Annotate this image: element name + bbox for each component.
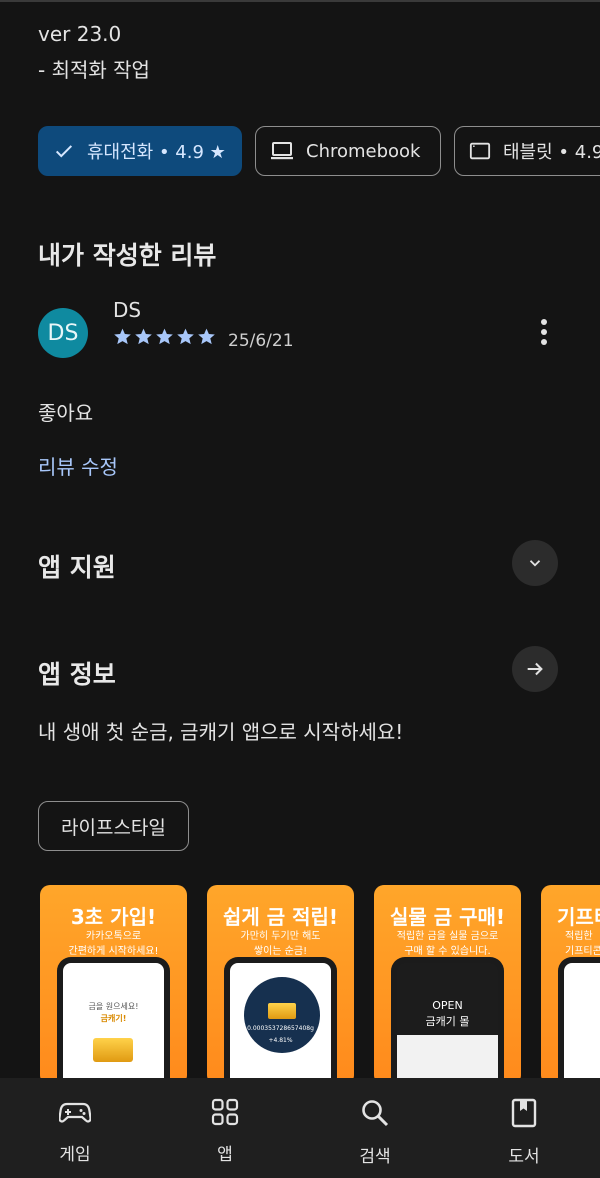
screenshot-subtitle-line: 적립한 xyxy=(565,931,593,942)
category-chip[interactable]: 라이프스타일 xyxy=(38,801,189,851)
screen-text: OPEN xyxy=(432,999,463,1012)
nav-apps[interactable]: 앱 xyxy=(170,1078,280,1178)
star-icon xyxy=(198,328,215,345)
screen-text: 금을 원으세요! xyxy=(88,1002,139,1011)
laptop-icon xyxy=(271,142,293,160)
gold-bar-image xyxy=(268,1003,296,1019)
star-icon xyxy=(114,328,131,345)
screenshot-carousel[interactable]: 3초 가입! 카카오톡으로 간편하게 시작하세요! 금을 원으세요! 금캐기! … xyxy=(40,885,600,1078)
app-info-heading: 앱 정보 xyxy=(38,660,116,689)
more-dot-icon xyxy=(541,319,547,325)
device-filter-row: 휴대전화 • 4.9 ★ Chromebook 태블릿 • 4.9 xyxy=(38,126,600,176)
nav-apps-label: 앱 xyxy=(217,1145,233,1165)
star-icon xyxy=(156,328,173,345)
screen-text: +4.81% xyxy=(268,1037,293,1044)
phone-screen: 0.000353728657408g +4.81% xyxy=(230,963,331,1078)
screenshot-title: 3초 가입! xyxy=(70,905,157,929)
chip-chromebook-label: Chromebook xyxy=(306,140,421,162)
star-rating xyxy=(113,327,216,346)
book-icon xyxy=(511,1098,537,1128)
screenshot-subtitle-line: 적립한 금을 실물 금으로 xyxy=(396,931,499,942)
nav-search[interactable]: 검색 xyxy=(320,1078,430,1178)
app-description: 내 생애 첫 순금, 금캐기 앱으로 시작하세요! xyxy=(38,720,404,744)
gamepad-icon xyxy=(59,1102,91,1123)
screenshot-4[interactable]: 기프티 적립한 기프티콘 xyxy=(541,885,600,1078)
screenshot-title: 기프티 xyxy=(557,905,600,929)
product-list-area xyxy=(397,1035,498,1078)
phone-mockup: 0.000353728657408g +4.81% xyxy=(224,957,337,1078)
phone-screen xyxy=(564,963,600,1078)
chip-phone-label: 휴대전화 • 4.9 ★ xyxy=(87,142,226,163)
chip-tablet-label: 태블릿 • 4.9 xyxy=(503,142,600,163)
chip-chromebook[interactable]: Chromebook xyxy=(255,126,441,176)
chevron-down-icon xyxy=(529,560,541,567)
search-icon xyxy=(362,1100,389,1127)
screenshot-title: 쉽게 금 적립! xyxy=(222,905,339,929)
tablet-icon xyxy=(469,142,491,160)
more-options-button[interactable] xyxy=(528,314,560,350)
screenshot-subtitle-line: 카카오톡으로 xyxy=(85,931,142,942)
screenshot-subtitle: 가만히 두기만 해도 쌓이는 순금! xyxy=(207,929,354,959)
nav-games[interactable]: 게임 xyxy=(20,1078,130,1178)
screenshot-subtitle: 적립한 기프티콘 xyxy=(541,929,600,959)
nav-books-label: 도서 xyxy=(508,1147,540,1167)
screen-text: 금캐기 몰 xyxy=(425,1015,470,1028)
phone-screen: OPEN 금캐기 몰 xyxy=(397,963,498,1078)
nav-games-label: 게임 xyxy=(59,1145,91,1165)
chip-phone[interactable]: 휴대전화 • 4.9 ★ xyxy=(38,126,242,176)
top-divider xyxy=(0,0,600,2)
edit-review-link[interactable]: 리뷰 수정 xyxy=(38,451,118,480)
star-icon xyxy=(177,328,194,345)
screenshot-3[interactable]: 실물 금 구매! 적립한 금을 실물 금으로 구매 할 수 있습니다. OPEN… xyxy=(374,885,521,1078)
phone-mockup xyxy=(558,957,600,1078)
star-icon xyxy=(135,328,152,345)
bottom-navigation: 게임 앱 검색 도서 xyxy=(0,1078,600,1178)
arrow-right-icon xyxy=(527,662,543,676)
nav-search-label: 검색 xyxy=(359,1147,391,1167)
check-icon xyxy=(55,145,73,158)
gold-bars-image xyxy=(93,1038,133,1062)
apps-grid-icon xyxy=(211,1098,239,1126)
screenshot-2[interactable]: 쉽게 금 적립! 가만히 두기만 해도 쌓이는 순금! 0.0003537286… xyxy=(207,885,354,1078)
screenshot-1[interactable]: 3초 가입! 카카오톡으로 간편하게 시작하세요! 금을 원으세요! 금캐기! xyxy=(40,885,187,1078)
phone-mockup: OPEN 금캐기 몰 xyxy=(391,957,504,1078)
review-text: 좋아요 xyxy=(38,401,94,425)
screenshot-subtitle: 카카오톡으로 간편하게 시작하세요! xyxy=(40,929,187,959)
changelog-text: - 최적화 작업 xyxy=(38,58,150,82)
review-date: 25/6/21 xyxy=(228,331,294,351)
screenshot-title: 실물 금 구매! xyxy=(389,905,506,929)
my-review-heading: 내가 작성한 리뷰 xyxy=(38,241,217,270)
more-dot-icon xyxy=(541,339,547,345)
nav-books[interactable]: 도서 xyxy=(469,1078,579,1178)
screenshot-subtitle-line: 가만히 두기만 해도 xyxy=(240,931,321,942)
reviewer-name: DS xyxy=(113,298,142,322)
phone-mockup: 금을 원으세요! 금캐기! xyxy=(57,957,170,1078)
version-text: ver 23.0 xyxy=(38,22,122,46)
screenshot-subtitle: 적립한 금을 실물 금으로 구매 할 수 있습니다. xyxy=(374,929,521,959)
app-support-expand-button[interactable] xyxy=(512,540,558,586)
screen-text: 금캐기! xyxy=(100,1014,127,1023)
phone-screen: 금을 원으세요! 금캐기! xyxy=(63,963,164,1078)
app-support-heading: 앱 지원 xyxy=(38,553,116,582)
more-dot-icon xyxy=(541,329,547,335)
chip-tablet[interactable]: 태블릿 • 4.9 xyxy=(454,126,600,176)
screen-text: 0.000353728657408g xyxy=(247,1025,314,1032)
app-info-arrow-button[interactable] xyxy=(512,646,558,692)
avatar: DS xyxy=(38,308,88,358)
